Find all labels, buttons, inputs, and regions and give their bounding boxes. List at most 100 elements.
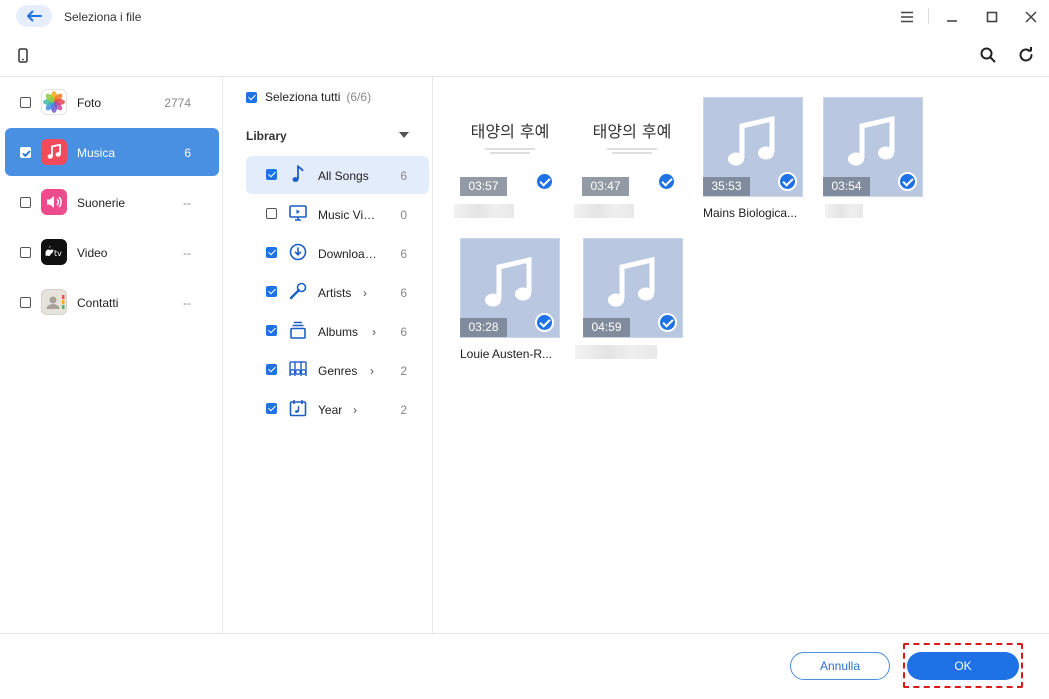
sidebar-item-suonerie[interactable]: Suonerie -- [5, 178, 219, 226]
library-item-music-videos[interactable]: Music Videos 0 [246, 195, 429, 233]
chevron-right-icon[interactable]: › [372, 325, 376, 339]
sidebar-item-count: -- [183, 296, 191, 310]
albums-checkbox[interactable] [266, 325, 277, 336]
song-tile[interactable]: 03:54 [823, 97, 923, 222]
genres-checkbox[interactable] [266, 364, 277, 375]
minimize-button[interactable] [940, 6, 964, 28]
sidebar-item-label: Video [77, 246, 108, 260]
sidebar-item-video[interactable]: tv Video -- [5, 228, 219, 276]
song-name-blurred [574, 204, 634, 218]
song-tile[interactable]: 03:28 Louie Austen-R... [460, 238, 560, 363]
song-tile[interactable]: 태양의 후예 03:57 [454, 97, 560, 222]
song-checkbox[interactable] [898, 172, 917, 191]
sidebar-item-count: 2774 [164, 96, 191, 110]
chevron-right-icon[interactable]: › [353, 403, 357, 417]
sidebar-item-count: 6 [184, 146, 191, 160]
maximize-button[interactable] [980, 6, 1004, 28]
svg-text:태양의 후예: 태양의 후예 [593, 122, 672, 141]
video-checkbox[interactable] [20, 247, 31, 258]
cancel-button[interactable]: Annulla [790, 652, 890, 680]
back-button[interactable] [16, 5, 52, 27]
library-panel: Seleziona tutti (6/6) Library All Songs … [225, 77, 432, 633]
sidebar-item-foto[interactable]: Foto 2774 [5, 78, 219, 126]
close-button[interactable] [1019, 6, 1043, 28]
song-checkbox[interactable] [657, 172, 676, 191]
library-item-albums[interactable]: Albums › 6 [246, 312, 429, 350]
select-all-checkbox[interactable] [246, 91, 257, 103]
library-item-label: All Songs [318, 169, 369, 183]
chevron-right-icon[interactable]: › [370, 364, 374, 378]
sidebar-item-count: -- [183, 246, 191, 260]
ok-highlight-box: OK [903, 643, 1023, 688]
sidebar-item-musica[interactable]: Musica 6 [5, 128, 219, 176]
library-header: Library [246, 129, 287, 143]
library-item-year[interactable]: Year › 2 [246, 390, 429, 428]
foto-checkbox[interactable] [20, 97, 31, 108]
song-checkbox[interactable] [658, 313, 677, 332]
library-item-downloaded[interactable]: Downloaded 6 [246, 234, 429, 272]
song-checkbox[interactable] [535, 313, 554, 332]
song-checkbox[interactable] [778, 172, 797, 191]
caret-down-icon[interactable] [399, 132, 409, 138]
library-item-count: 6 [400, 169, 407, 183]
music-note-icon [728, 116, 775, 166]
sidebar-item-label: Musica [77, 146, 116, 160]
library-item-artists[interactable]: Artists › 6 [246, 273, 429, 311]
album-icon [288, 320, 308, 340]
menu-button[interactable] [895, 6, 919, 28]
suonerie-checkbox[interactable] [20, 197, 31, 208]
song-name: Louie Austen-R... [460, 347, 553, 361]
library-item-count: 6 [400, 286, 407, 300]
song-tile[interactable]: 04:59 [575, 238, 683, 363]
song-checkbox[interactable] [535, 172, 554, 191]
downloaded-checkbox[interactable] [266, 247, 277, 258]
contatti-checkbox[interactable] [20, 297, 31, 308]
song-name-blurred [575, 345, 657, 359]
genres-icon [288, 359, 308, 379]
select-all-label: Seleziona tutti [265, 90, 341, 104]
search-icon [980, 47, 996, 63]
photos-icon [41, 89, 67, 115]
title-separator [928, 8, 929, 24]
contacts-icon [41, 289, 67, 315]
song-name-blurred [825, 204, 863, 218]
device-button[interactable] [12, 44, 34, 66]
music-videos-checkbox[interactable] [266, 208, 277, 219]
window-title: Seleziona i file [64, 10, 142, 24]
song-name: Mains Biologica... [703, 206, 798, 220]
year-checkbox[interactable] [266, 403, 277, 414]
all-songs-checkbox[interactable] [266, 169, 277, 180]
song-duration: 03:57 [460, 177, 507, 196]
note-icon [288, 164, 308, 184]
microphone-icon [288, 281, 308, 301]
title-bar: Seleziona i file [0, 0, 1049, 34]
library-item-label: Albums [318, 325, 359, 339]
song-duration: 03:47 [582, 177, 629, 196]
category-sidebar: Foto 2774 Musica 6 Suonerie -- tv Video … [0, 77, 222, 633]
menu-icon [901, 11, 913, 23]
musica-checkbox[interactable] [20, 147, 31, 158]
sidebar-divider [222, 77, 223, 633]
refresh-button[interactable] [1015, 44, 1037, 66]
phone-icon [18, 47, 28, 63]
song-duration: 35:53 [703, 177, 750, 196]
library-item-genres[interactable]: Genres › 2 [246, 351, 429, 389]
library-item-count: 6 [400, 325, 407, 339]
library-item-label: Year [318, 403, 343, 417]
ok-button[interactable]: OK [907, 652, 1019, 680]
toolbar [0, 36, 1049, 74]
svg-text:tv: tv [54, 249, 62, 258]
chevron-right-icon[interactable]: › [363, 286, 367, 300]
music-icon [41, 139, 67, 165]
search-button[interactable] [977, 44, 999, 66]
artists-checkbox[interactable] [266, 286, 277, 297]
song-tile[interactable]: 35:53 Mains Biologica... [703, 97, 803, 222]
song-tile[interactable]: 태양의 후예 03:47 [574, 97, 682, 222]
music-note-icon [485, 257, 532, 307]
music-note-icon [848, 116, 895, 166]
sidebar-item-contatti[interactable]: Contatti -- [5, 278, 219, 326]
library-item-all-songs[interactable]: All Songs 6 [246, 156, 429, 194]
library-item-label: Music Videos [318, 208, 380, 222]
select-all[interactable]: Seleziona tutti (6/6) [246, 90, 371, 104]
maximize-icon [986, 11, 998, 23]
